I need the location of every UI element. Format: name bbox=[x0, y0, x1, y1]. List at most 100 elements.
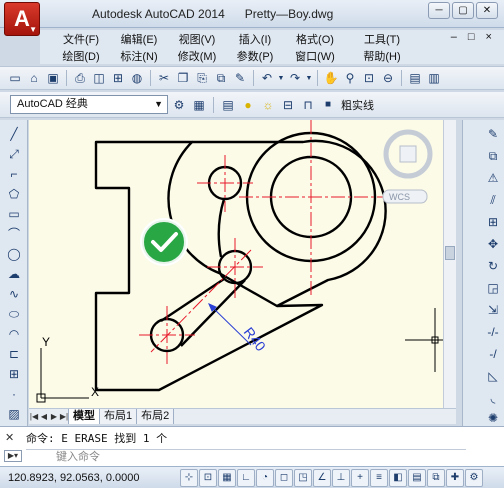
zoom-realtime-icon[interactable]: ⚲ bbox=[341, 69, 359, 87]
current-layer-name[interactable]: 粗实线 bbox=[341, 97, 374, 113]
menu-dimension[interactable]: 标注(N) bbox=[110, 48, 168, 64]
polar-tracking-icon[interactable]: ◔ bbox=[256, 468, 274, 487]
circle-icon[interactable]: ◯ bbox=[4, 246, 24, 263]
rotate-icon[interactable]: ↻ bbox=[483, 258, 503, 275]
move-icon[interactable]: ✥ bbox=[483, 236, 503, 253]
next-tab-arrow-icon[interactable]: ▶ bbox=[49, 411, 59, 423]
annotation-monitor-icon[interactable]: ✚ bbox=[446, 468, 464, 487]
mirror-icon[interactable]: ⚠ bbox=[483, 170, 503, 187]
layer-properties-icon[interactable]: ▤ bbox=[219, 96, 237, 114]
extend-icon[interactable]: -/ bbox=[483, 346, 503, 363]
3d-dwf-icon[interactable]: ◍ bbox=[128, 69, 146, 87]
print-icon[interactable]: ⎙ bbox=[71, 69, 89, 87]
vertical-scrollbar[interactable] bbox=[443, 120, 456, 408]
revision-cloud-icon[interactable]: ☁ bbox=[4, 266, 24, 283]
grid-display-icon[interactable]: ▦ bbox=[218, 468, 236, 487]
make-block-icon[interactable]: ⊞ bbox=[4, 366, 24, 383]
first-tab-arrow-icon[interactable]: |◀ bbox=[29, 411, 39, 423]
menu-insert[interactable]: 插入(I) bbox=[226, 31, 284, 47]
rectangle-icon[interactable]: ▭ bbox=[4, 206, 24, 223]
transparency-icon[interactable]: ◧ bbox=[389, 468, 407, 487]
prev-tab-arrow-icon[interactable]: ◀ bbox=[39, 411, 49, 423]
scrollbar-thumb[interactable] bbox=[445, 246, 455, 260]
redo-dropdown-icon[interactable]: ▼ bbox=[305, 69, 313, 87]
tab-layout2[interactable]: 布局2 bbox=[136, 409, 175, 424]
zoom-previous-icon[interactable]: ⊖ bbox=[379, 69, 397, 87]
construction-line-icon[interactable]: ⤢ bbox=[4, 146, 24, 163]
menu-window[interactable]: 窗口(W) bbox=[284, 48, 346, 64]
redo-icon[interactable]: ↷ bbox=[286, 69, 304, 87]
print-preview-icon[interactable]: ◫ bbox=[90, 69, 108, 87]
array-icon[interactable]: ⊞ bbox=[483, 214, 503, 231]
snap-mode-icon[interactable]: ⊡ bbox=[199, 468, 217, 487]
erase-icon[interactable]: ✎ bbox=[483, 126, 503, 143]
menu-edit[interactable]: 编辑(E) bbox=[110, 31, 168, 47]
menu-file[interactable]: 文件(F) bbox=[52, 31, 110, 47]
command-input[interactable]: 键入命令 bbox=[26, 449, 466, 465]
copy-object-icon[interactable]: ⧉ bbox=[483, 148, 503, 165]
scale-icon[interactable]: ◲ bbox=[483, 280, 503, 297]
paste-special-icon[interactable]: ⧉ bbox=[212, 69, 230, 87]
publish-icon[interactable]: ⊞ bbox=[109, 69, 127, 87]
menu-parametric[interactable]: 参数(P) bbox=[226, 48, 284, 64]
stretch-icon[interactable]: ⇲ bbox=[483, 302, 503, 319]
ellipse-icon[interactable]: ⬭ bbox=[4, 306, 24, 323]
line-icon[interactable]: ╱ bbox=[4, 126, 24, 143]
polygon-icon[interactable]: ⬠ bbox=[4, 186, 24, 203]
object-snap-tracking-icon[interactable]: ∠ bbox=[313, 468, 331, 487]
menu-format[interactable]: 格式(O) bbox=[284, 31, 346, 47]
menu-draw[interactable]: 绘图(D) bbox=[52, 48, 110, 64]
paste-icon[interactable]: ⎘ bbox=[193, 69, 211, 87]
selection-cycling-icon[interactable]: ⧉ bbox=[427, 468, 445, 487]
open-folder-icon[interactable]: ⌂ bbox=[25, 69, 43, 87]
workspace-tool-icon[interactable]: ▦ bbox=[190, 96, 208, 114]
workspace-settings-icon[interactable]: ⚙ bbox=[170, 96, 188, 114]
menu-help[interactable]: 帮助(H) bbox=[346, 48, 418, 64]
pan-hand-icon[interactable]: ✋ bbox=[322, 69, 340, 87]
insert-block-icon[interactable]: ⊏ bbox=[4, 346, 24, 363]
ellipse-arc-icon[interactable]: ◠ bbox=[4, 326, 24, 343]
trim-icon[interactable]: -/- bbox=[483, 324, 503, 341]
restore-button[interactable]: ▢ bbox=[452, 2, 474, 19]
new-file-icon[interactable]: ▭ bbox=[6, 69, 24, 87]
cut-icon[interactable]: ✂ bbox=[155, 69, 173, 87]
polyline-icon[interactable]: ⌐ bbox=[4, 166, 24, 183]
lineweight-icon[interactable]: ≡ bbox=[370, 468, 388, 487]
3d-object-snap-icon[interactable]: ◳ bbox=[294, 468, 312, 487]
unlock-icon[interactable]: ⊓ bbox=[299, 96, 317, 114]
close-icon[interactable]: ✕ bbox=[5, 431, 14, 444]
properties-icon[interactable]: ▤ bbox=[406, 69, 424, 87]
menu-tools[interactable]: 工具(T) bbox=[346, 31, 418, 47]
tab-model[interactable]: 模型 bbox=[68, 409, 100, 424]
hatch-icon[interactable]: ▨ bbox=[4, 406, 24, 423]
chamfer-icon[interactable]: ◺ bbox=[483, 368, 503, 385]
infer-constraints-icon[interactable]: ⊹ bbox=[180, 468, 198, 487]
lightbulb-icon[interactable]: ● bbox=[239, 96, 257, 114]
menu-modify[interactable]: 修改(M) bbox=[168, 48, 226, 64]
save-icon[interactable]: ▣ bbox=[44, 69, 62, 87]
ortho-mode-icon[interactable]: ∟ bbox=[237, 468, 255, 487]
match-properties-icon[interactable]: ✎ bbox=[231, 69, 249, 87]
copy-icon[interactable]: ❐ bbox=[174, 69, 192, 87]
quick-properties-icon[interactable]: ▤ bbox=[408, 468, 426, 487]
spline-icon[interactable]: ∿ bbox=[4, 286, 24, 303]
undo-icon[interactable]: ↶ bbox=[258, 69, 276, 87]
workspace-switch-icon[interactable]: ⚙ bbox=[465, 468, 483, 487]
fillet-icon[interactable]: ◟ bbox=[483, 390, 503, 407]
object-snap-icon[interactable]: ◻ bbox=[275, 468, 293, 487]
zoom-window-icon[interactable]: ⊡ bbox=[360, 69, 378, 87]
explode-icon[interactable]: ✺ bbox=[483, 410, 503, 427]
arc-icon[interactable]: ⌒ bbox=[4, 226, 24, 243]
close-button[interactable]: ✕ bbox=[476, 2, 498, 19]
tab-layout1[interactable]: 布局1 bbox=[99, 409, 138, 424]
minimize-button[interactable]: ─ bbox=[428, 2, 450, 19]
workspace-select[interactable]: AutoCAD 经典 ▼ bbox=[10, 95, 168, 114]
viewcube-wcs-label[interactable]: WCS bbox=[389, 192, 410, 202]
command-prompt-icon[interactable]: ▶▾ bbox=[4, 450, 22, 462]
drawing-canvas[interactable]: R40 Y X WCS bbox=[29, 120, 456, 408]
dynamic-ucs-icon[interactable]: ⊥ bbox=[332, 468, 350, 487]
layer-color-swatch-icon[interactable]: ■ bbox=[319, 96, 337, 114]
point-icon[interactable]: · bbox=[4, 386, 24, 403]
design-center-icon[interactable]: ▥ bbox=[425, 69, 443, 87]
undo-dropdown-icon[interactable]: ▼ bbox=[277, 69, 285, 87]
